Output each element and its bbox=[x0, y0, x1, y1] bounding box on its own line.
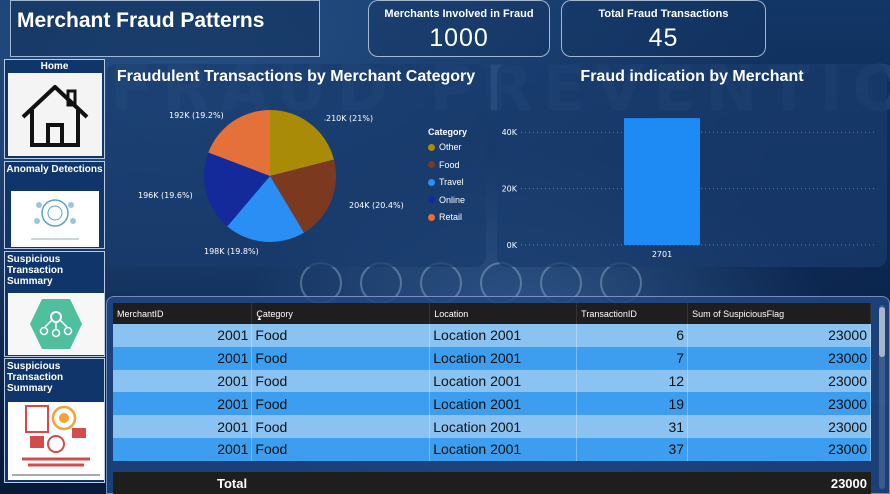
table-cell: Location 2001 bbox=[429, 324, 578, 347]
total-label: Total bbox=[217, 476, 248, 491]
table-cell: Location 2001 bbox=[429, 415, 578, 438]
legend-dot bbox=[428, 143, 435, 151]
table-cell: 2001 bbox=[113, 346, 253, 370]
table-cell: Food bbox=[251, 346, 431, 370]
table-cell: Food bbox=[251, 437, 431, 461]
table-row[interactable]: 2001 Food Location 2001 31 23000 bbox=[113, 415, 871, 438]
page-title: Merchant Fraud Patterns bbox=[17, 9, 265, 32]
transactions-table-panel: MerchantID Category ▲ Location Transacti… bbox=[106, 296, 890, 494]
legend-item-travel[interactable]: Travel bbox=[428, 177, 464, 187]
legend-label: Food bbox=[439, 159, 460, 170]
table-cell: Location 2001 bbox=[429, 346, 578, 370]
legend-label: Travel bbox=[439, 177, 464, 187]
table-cell: 2001 bbox=[113, 324, 253, 347]
column-header-merchantid[interactable]: MerchantID bbox=[113, 303, 253, 324]
pie-label-other: 210K (21%) bbox=[326, 114, 374, 123]
network-icon bbox=[8, 293, 104, 355]
table-cell: Location 2001 bbox=[429, 369, 578, 393]
table-cell: 7 bbox=[576, 346, 689, 370]
table-row[interactable]: 2001 Food Location 2001 6 23000 bbox=[113, 324, 871, 347]
legend-item-food[interactable]: Food bbox=[428, 160, 460, 170]
table-cell: 23000 bbox=[687, 415, 871, 438]
column-header-suspiciousflag[interactable]: Sum of SuspiciousFlag bbox=[687, 303, 871, 324]
table-cell: 23000 bbox=[687, 369, 871, 393]
nav-home[interactable]: Home bbox=[4, 59, 105, 159]
table-cell: 23000 bbox=[687, 392, 871, 416]
kpi-label: Total Fraud Transactions bbox=[598, 8, 729, 20]
legend-label: Retail bbox=[439, 212, 463, 222]
legend-dot bbox=[428, 161, 435, 168]
table-row[interactable]: 2001 Food Location 2001 19 23000 bbox=[113, 392, 871, 416]
table-cell: 12 bbox=[576, 369, 689, 393]
y-tick-label: 40K bbox=[502, 128, 518, 137]
scroll-thumb[interactable] bbox=[879, 307, 885, 357]
column-header-category[interactable]: Category ▲ bbox=[251, 303, 431, 324]
table-cell: 31 bbox=[576, 415, 689, 438]
y-tick-label: 20K bbox=[502, 185, 518, 194]
legend-title: Category bbox=[428, 127, 468, 137]
total-value: 23000 bbox=[830, 476, 867, 491]
nav-label: Anomaly Detections bbox=[6, 164, 103, 175]
nav-label: Home bbox=[40, 61, 69, 72]
kpi-card-transactions: Total Fraud Transactions 45 bbox=[561, 0, 766, 57]
nav-suspicious-summary-2[interactable]: Suspicious Transaction Summary bbox=[4, 358, 105, 483]
table-cell: 23000 bbox=[687, 437, 871, 461]
fraud-detection-icon bbox=[8, 402, 104, 480]
table-row[interactable]: 2001 Food Location 2001 12 23000 bbox=[113, 369, 871, 393]
legend-dot bbox=[428, 213, 435, 221]
pie-label-food: 204K (20.4%) bbox=[349, 201, 404, 210]
kpi-label: Merchants Involved in Fraud bbox=[384, 8, 534, 20]
legend-label: Online bbox=[439, 194, 466, 205]
table-cell: Food bbox=[251, 415, 431, 438]
table-cell: 19 bbox=[576, 392, 689, 416]
table-cell: 37 bbox=[576, 437, 689, 461]
anomaly-detection-icon bbox=[11, 191, 99, 247]
table-cell: Food bbox=[251, 392, 431, 416]
table-header-row: MerchantID Category ▲ Location Transacti… bbox=[113, 303, 871, 324]
table-cell: Food bbox=[251, 324, 431, 347]
pie-chart-panel: Fraudulent Transactions by Merchant Cate… bbox=[106, 64, 486, 267]
nav-anomaly-detections[interactable]: Anomaly Detections bbox=[4, 161, 105, 249]
table-cell: 23000 bbox=[687, 346, 871, 370]
table-cell: 2001 bbox=[113, 392, 253, 416]
column-header-location[interactable]: Location bbox=[429, 303, 578, 324]
table-scrollbar[interactable] bbox=[879, 305, 885, 489]
table-cell: 2001 bbox=[113, 437, 253, 461]
table-row[interactable]: 2001 Food Location 2001 37 23000 bbox=[113, 437, 871, 461]
pie-label-retail: 192K (19.2%) bbox=[169, 111, 224, 120]
house-icon bbox=[8, 73, 102, 156]
table-cell: 2001 bbox=[113, 415, 253, 438]
column-header-transactionid[interactable]: TransactionID bbox=[576, 303, 689, 324]
title-box: Merchant Fraud Patterns bbox=[10, 0, 320, 57]
legend-dot bbox=[428, 196, 435, 203]
table-cell: Location 2001 bbox=[429, 392, 578, 416]
table-cell: Location 2001 bbox=[429, 437, 578, 461]
kpi-card-merchants: Merchants Involved in Fraud 1000 bbox=[368, 0, 550, 57]
y-tick-label: 0K bbox=[507, 241, 518, 250]
pie-label-travel: 198K (19.8%) bbox=[204, 247, 259, 256]
legend-item-other[interactable]: Other bbox=[428, 142, 462, 152]
bar-chart: 0K 20K 40K 2701 bbox=[502, 118, 877, 259]
nav-label: Suspicious Transaction Summary bbox=[7, 254, 64, 287]
legend-item-retail[interactable]: Retail bbox=[428, 212, 462, 222]
x-tick-label: 2701 bbox=[652, 250, 672, 259]
sort-asc-icon[interactable]: ▲ bbox=[256, 316, 262, 322]
legend-label: Other bbox=[439, 142, 462, 152]
kpi-value: 1000 bbox=[429, 24, 489, 52]
bar-2701[interactable] bbox=[624, 118, 700, 245]
table-cell: Food bbox=[251, 369, 431, 393]
bar-chart-panel: Fraud indication by Merchant 0K 20K 40K 270… bbox=[497, 64, 887, 267]
kpi-value: 45 bbox=[648, 24, 679, 52]
table-row[interactable]: 2001 Food Location 2001 7 23000 bbox=[113, 346, 871, 370]
transactions-table: MerchantID Category ▲ Location Transacti… bbox=[113, 303, 871, 461]
legend-dot bbox=[428, 178, 435, 186]
legend-item-online[interactable]: Online bbox=[428, 195, 465, 205]
nav-suspicious-summary-1[interactable]: Suspicious Transaction Summary bbox=[4, 251, 105, 357]
nav-label: Suspicious Transaction Summary bbox=[7, 361, 64, 394]
table-total-row: Total 23000 bbox=[113, 472, 871, 494]
pie-label-online: 196K (19.6%) bbox=[138, 191, 193, 200]
table-cell: 6 bbox=[576, 324, 689, 347]
table-cell: 23000 bbox=[687, 324, 871, 347]
table-cell: 2001 bbox=[113, 369, 253, 393]
